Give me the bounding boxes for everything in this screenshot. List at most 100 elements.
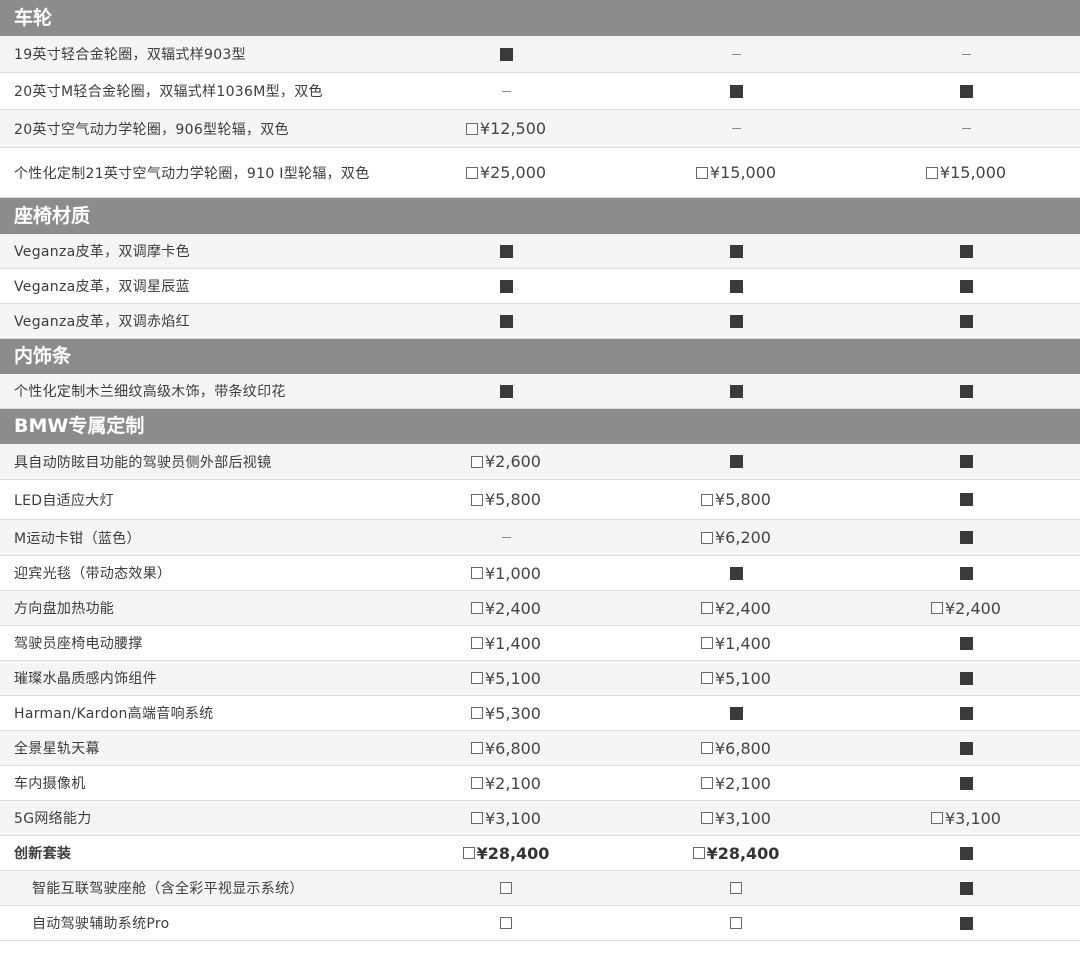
empty-square-icon <box>500 882 512 894</box>
table-row: 19英寸轻合金轮圈，双辐式样903型 <box>0 36 1080 73</box>
dash-icon <box>961 53 971 55</box>
standard-mark <box>866 304 1066 338</box>
standard-mark <box>866 626 1066 660</box>
standard-mark <box>406 269 606 303</box>
dash-icon <box>731 128 741 129</box>
standard-mark <box>636 234 836 268</box>
empty-square-icon <box>925 166 938 179</box>
optional-mark <box>636 871 836 905</box>
option-price: ¥5,300 <box>406 696 606 730</box>
row-label: 创新套装 <box>14 846 72 862</box>
standard-mark <box>636 696 836 730</box>
filled-square-icon <box>959 279 973 293</box>
row-label: 具自动防眩目功能的驾驶员侧外部后视镜 <box>14 454 272 471</box>
price-text: ¥2,400 <box>485 598 541 618</box>
table-row: Veganza皮革，双调星辰蓝 <box>0 269 1080 304</box>
option-price: ¥15,000 <box>866 148 1066 197</box>
table-row: Veganza皮革，双调赤焰红 <box>0 304 1080 339</box>
section-header: 座椅材质 <box>0 198 1080 234</box>
filled-square-icon <box>959 84 973 98</box>
section-header: 车轮 <box>0 0 1080 36</box>
empty-square-icon <box>730 882 742 894</box>
option-price: ¥2,100 <box>406 766 606 800</box>
empty-square-icon <box>701 672 713 684</box>
filled-square-icon <box>729 566 743 580</box>
empty-square-icon <box>701 602 713 614</box>
filled-square-icon <box>729 244 743 258</box>
table-row: 具自动防眩目功能的驾驶员侧外部后视镜 ¥2,600 <box>0 444 1080 480</box>
price-text: ¥1,000 <box>485 563 541 583</box>
row-label: Veganza皮革，双调星辰蓝 <box>14 279 190 295</box>
empty-square-icon <box>471 742 483 754</box>
filled-square-icon <box>959 706 973 720</box>
empty-square-icon <box>701 531 713 544</box>
empty-square-icon <box>471 672 483 684</box>
optional-mark <box>406 871 606 905</box>
empty-square-icon <box>692 847 705 859</box>
table-row: 20英寸M轻合金轮圈，双辐式样1036M型，双色 <box>0 73 1080 110</box>
table-row: Harman/Kardon高端音响系统 ¥5,300 <box>0 696 1080 731</box>
table-row: 个性化定制21英寸空气动力学轮圈，910 I型轮辐，双色 ¥25,000 ¥15,0… <box>0 148 1080 198</box>
price-text: ¥5,800 <box>485 490 541 509</box>
standard-mark <box>636 556 836 590</box>
table-row: 驾驶员座椅电动腰撑 ¥1,400 ¥1,400 <box>0 626 1080 661</box>
empty-square-icon <box>471 455 483 468</box>
table-row: 创新套装 ¥28,400 ¥28,400 <box>0 836 1080 871</box>
empty-square-icon <box>701 637 713 649</box>
filled-square-icon <box>729 384 743 398</box>
row-label: 智能互联驾驶座舱（含全彩平视显示系统） <box>32 881 304 897</box>
filled-square-icon <box>959 314 973 328</box>
section-header: BMW专属定制 <box>0 409 1080 444</box>
standard-mark <box>406 374 606 408</box>
filled-square-icon <box>959 566 973 580</box>
empty-square-icon <box>471 637 483 649</box>
not-available-mark <box>866 110 1066 147</box>
price-text: ¥2,100 <box>715 773 771 793</box>
row-label: Veganza皮革，双调赤焰红 <box>14 314 190 330</box>
price-text: ¥15,000 <box>709 163 777 182</box>
table-row: 20英寸空气动力学轮圈，906型轮辐，双色 ¥12,500 <box>0 110 1080 148</box>
filled-square-icon <box>959 455 973 468</box>
option-price: ¥1,000 <box>406 556 606 590</box>
dash-icon <box>961 128 971 129</box>
filled-square-icon <box>729 84 743 98</box>
option-price: ¥3,100 <box>406 801 606 835</box>
filled-square-icon <box>959 881 973 895</box>
price-text: ¥6,200 <box>715 528 771 547</box>
price-text: ¥28,400 <box>476 843 550 863</box>
table-row: 迎宾光毯（带动态效果） ¥1,000 <box>0 556 1080 591</box>
price-text: ¥25,000 <box>479 163 547 182</box>
standard-mark <box>866 444 1066 479</box>
option-price: ¥2,600 <box>406 444 606 479</box>
table-row: 个性化定制木兰细纹高级木饰，带条纹印花 <box>0 374 1080 409</box>
empty-square-icon <box>471 567 483 579</box>
empty-square-icon <box>701 493 713 506</box>
standard-mark <box>866 374 1066 408</box>
filled-square-icon <box>959 741 973 755</box>
filled-square-icon <box>959 493 973 506</box>
price-text: ¥6,800 <box>485 738 541 758</box>
option-price: ¥2,400 <box>406 591 606 625</box>
options-table: 车轮 19英寸轻合金轮圈，双辐式样903型 20英寸M轻合金轮圈，双辐式样1036M… <box>0 0 1080 960</box>
price-text: ¥2,400 <box>945 598 1001 618</box>
empty-square-icon <box>695 166 708 179</box>
dash-icon <box>501 537 511 538</box>
option-price: ¥3,100 <box>636 801 836 835</box>
filled-square-icon <box>959 384 973 398</box>
option-price: ¥15,000 <box>636 148 836 197</box>
option-price: ¥5,800 <box>636 480 836 519</box>
table-row: 5G网络能力 ¥3,100 ¥3,100 ¥3,100 <box>0 801 1080 836</box>
price-text: ¥5,300 <box>485 703 541 723</box>
dash-icon <box>731 53 741 55</box>
filled-square-icon <box>729 279 743 293</box>
table-row: 车内摄像机 ¥2,100 ¥2,100 <box>0 766 1080 801</box>
row-label: LED自适应大灯 <box>14 492 114 509</box>
row-label: 驾驶员座椅电动腰撑 <box>14 636 143 652</box>
empty-square-icon <box>701 742 713 754</box>
standard-mark <box>636 73 836 109</box>
row-label: 个性化定制木兰细纹高级木饰，带条纹印花 <box>14 384 286 400</box>
price-text: ¥6,800 <box>715 738 771 758</box>
row-label: 19英寸轻合金轮圈，双辐式样903型 <box>14 47 246 63</box>
filled-square-icon <box>499 47 513 61</box>
row-label: 方向盘加热功能 <box>14 601 115 617</box>
